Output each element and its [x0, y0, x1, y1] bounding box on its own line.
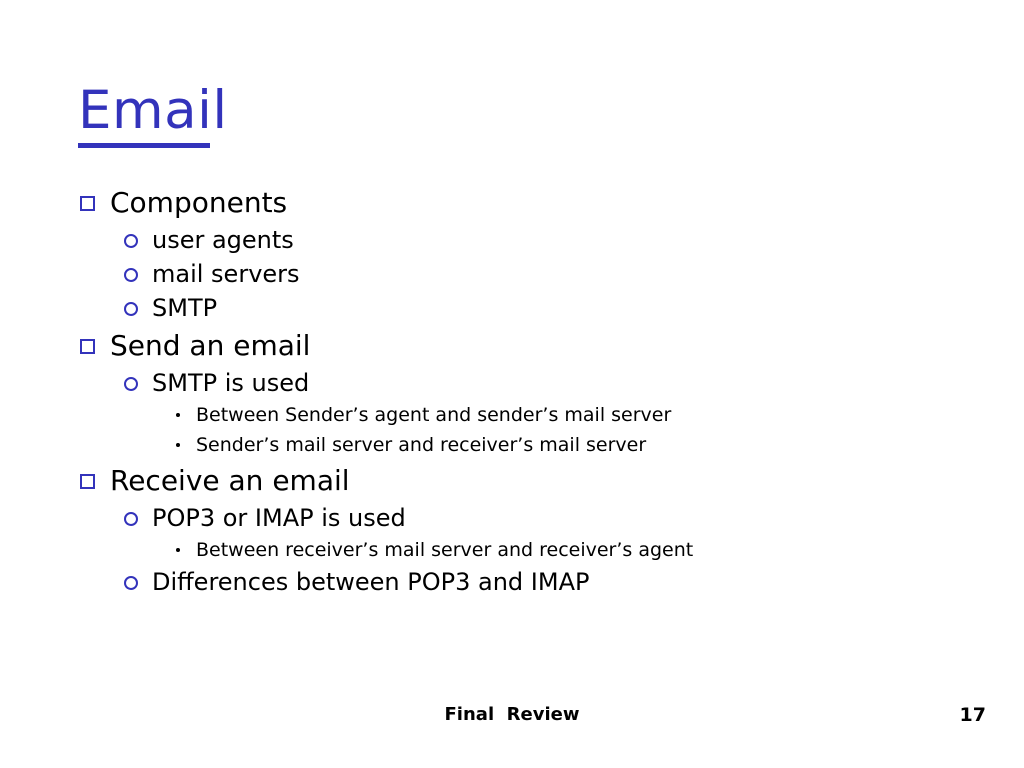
list-item: Send an email [0, 325, 1024, 366]
list-item-label: Components [110, 186, 288, 219]
square-bullet-icon [80, 196, 95, 211]
circle-bullet-icon [124, 302, 138, 316]
page-number: 17 [959, 704, 986, 726]
page-title: Email [78, 80, 228, 141]
list-item: Differences between POP3 and IMAP [0, 565, 1024, 599]
list-item-label: Differences between POP3 and IMAP [152, 568, 590, 596]
list-item: Between receiver’s mail server and recei… [0, 535, 1024, 565]
list-item: Components [0, 182, 1024, 223]
list-item-label: Between Sender’s agent and sender’s mail… [196, 404, 672, 426]
circle-bullet-icon [124, 576, 138, 590]
slide-footer: Final Review 17 [0, 702, 1024, 728]
list-item: user agents [0, 223, 1024, 257]
circle-bullet-icon [124, 377, 138, 391]
list-item: mail servers [0, 257, 1024, 291]
list-item-label: POP3 or IMAP is used [152, 504, 406, 532]
list-item: Sender’s mail server and receiver’s mail… [0, 430, 1024, 460]
square-bullet-icon [80, 474, 95, 489]
circle-bullet-icon [124, 512, 138, 526]
list-item: Receive an email [0, 460, 1024, 501]
list-item: SMTP is used [0, 366, 1024, 400]
circle-bullet-icon [124, 234, 138, 248]
list-item-label: Sender’s mail server and receiver’s mail… [196, 434, 647, 456]
list-item-label: mail servers [152, 260, 300, 288]
list-item-label: Receive an email [110, 464, 350, 497]
list-item-label: user agents [152, 226, 294, 254]
list-item: SMTP [0, 291, 1024, 325]
dot-bullet-icon [176, 443, 180, 447]
square-bullet-icon [80, 339, 95, 354]
outline-list: Components user agents mail servers SMTP… [0, 182, 1024, 599]
list-item: POP3 or IMAP is used [0, 501, 1024, 535]
list-item-label: SMTP [152, 294, 218, 322]
circle-bullet-icon [124, 268, 138, 282]
title-underline [78, 143, 210, 148]
list-item-label: Send an email [110, 329, 311, 362]
dot-bullet-icon [176, 413, 180, 417]
dot-bullet-icon [176, 548, 180, 552]
footer-label: Final Review [444, 704, 580, 725]
list-item-label: Between receiver’s mail server and recei… [196, 539, 694, 561]
list-item-label: SMTP is used [152, 369, 310, 397]
slide: Email Components user agents mail server… [0, 0, 1024, 768]
list-item: Between Sender’s agent and sender’s mail… [0, 400, 1024, 430]
